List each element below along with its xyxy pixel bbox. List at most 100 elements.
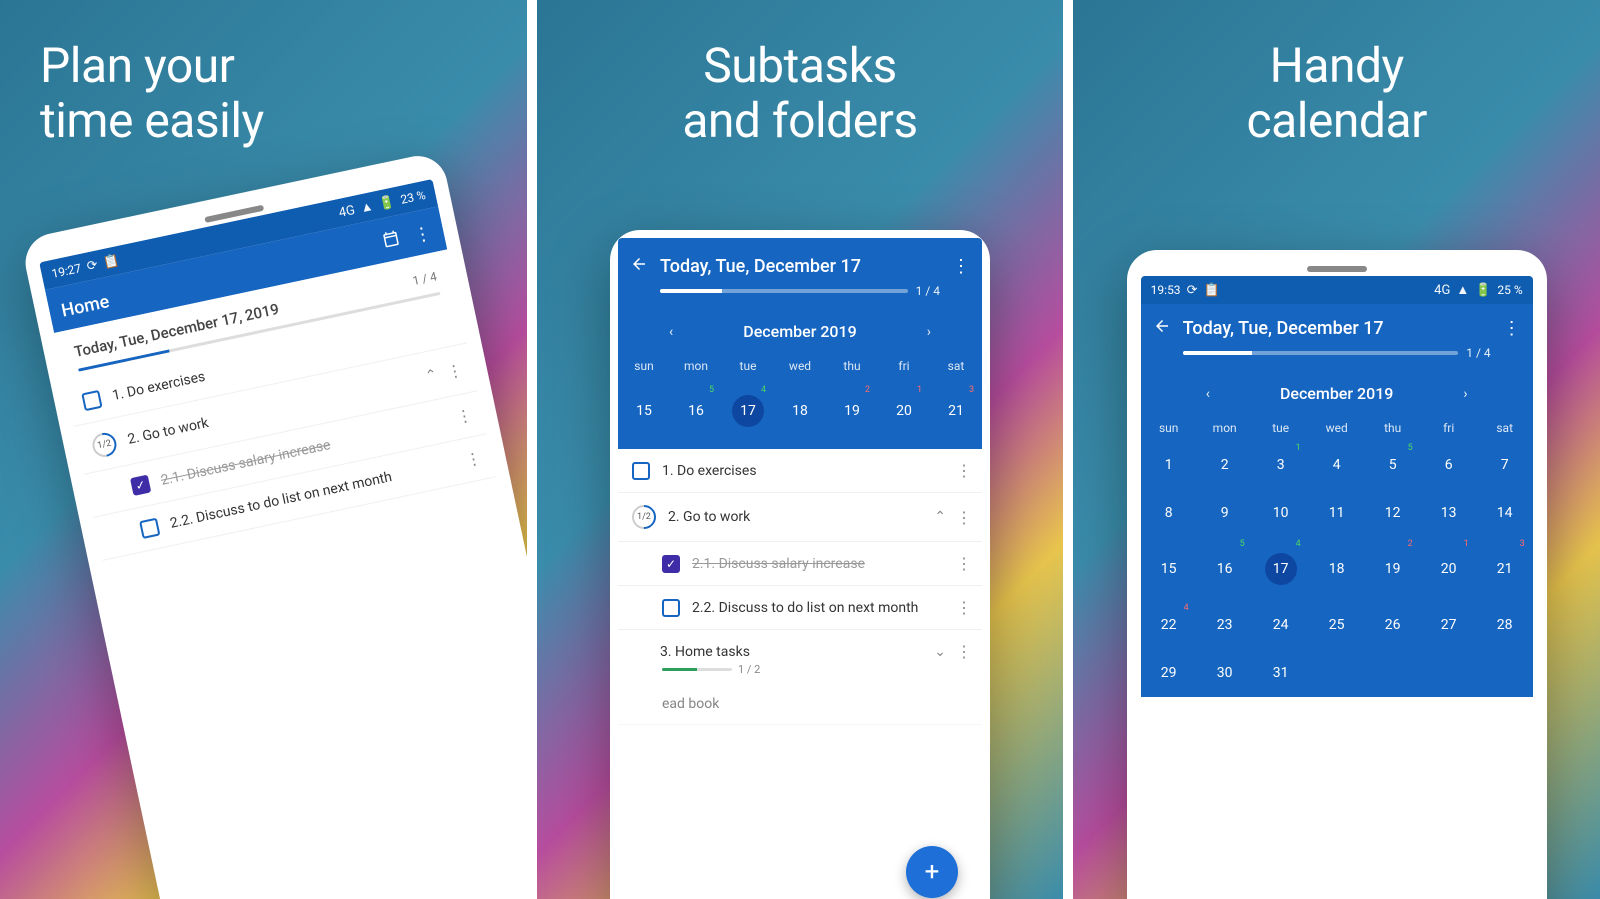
calendar-day <box>1309 649 1365 697</box>
progress-counter: 1 / 4 <box>411 269 438 288</box>
weekday-label: wed <box>774 353 826 379</box>
calendar-day[interactable]: 7 <box>1477 441 1533 489</box>
calendar-grid: 1231455678910111213141516517418192201213… <box>1141 441 1533 697</box>
checkbox-icon[interactable] <box>139 517 160 538</box>
status-bar: 19:53 ⟳ 📋 4G ▲ 🔋 25 % <box>1141 276 1533 304</box>
calendar-day[interactable]: 213 <box>930 383 982 439</box>
subtask-row[interactable]: 2.2. Discuss to do list on next month ⋮ <box>618 586 982 630</box>
calendar-day[interactable]: 174 <box>1253 537 1309 601</box>
more-icon[interactable]: ⋮ <box>956 508 972 527</box>
sync-icon: ⟳ <box>1187 283 1198 298</box>
calendar-day[interactable]: 10 <box>1253 489 1309 537</box>
day-badge: 1 <box>1464 539 1469 549</box>
chevron-up-icon[interactable]: ⌃ <box>934 509 946 525</box>
more-icon[interactable]: ⋮ <box>1503 318 1521 339</box>
calendar-day[interactable]: 15 <box>618 383 670 439</box>
calendar-day[interactable]: 213 <box>1477 537 1533 601</box>
weekday-label: sun <box>1141 415 1197 441</box>
calendar-day[interactable]: 8 <box>1141 489 1197 537</box>
subtask-row[interactable]: ead book <box>618 684 982 725</box>
calendar-day[interactable]: 174 <box>722 383 774 439</box>
chevron-left-icon[interactable]: ‹ <box>669 324 673 340</box>
more-icon[interactable]: ⋮ <box>445 360 465 382</box>
weekday-label: thu <box>1365 415 1421 441</box>
weekday-label: tue <box>1253 415 1309 441</box>
more-icon[interactable]: ⋮ <box>956 554 972 573</box>
checkbox-icon[interactable] <box>662 599 680 617</box>
progress-counter: 1 / 2 <box>738 663 760 676</box>
checkbox-checked-icon[interactable]: ✓ <box>662 555 680 573</box>
calendar-day[interactable]: 165 <box>670 383 722 439</box>
calendar-day[interactable]: 28 <box>1477 601 1533 649</box>
calendar-day[interactable]: 9 <box>1197 489 1253 537</box>
page-title: Today, Tue, December 17 <box>660 256 861 277</box>
task-row[interactable]: 1. Do exercises ⋮ <box>618 449 982 493</box>
calendar-day[interactable]: 26 <box>1365 601 1421 649</box>
calendar-day[interactable]: 165 <box>1197 537 1253 601</box>
calendar-day[interactable]: 192 <box>826 383 878 439</box>
calendar-day[interactable]: 11 <box>1309 489 1365 537</box>
calendar-day[interactable]: 18 <box>1309 537 1365 601</box>
calendar-day[interactable]: 31 <box>1253 441 1309 489</box>
calendar-day[interactable]: 27 <box>1421 601 1477 649</box>
chevron-left-icon[interactable]: ‹ <box>1206 386 1210 402</box>
signal-icon: ▲ <box>1456 282 1469 298</box>
calendar-icon[interactable] <box>380 228 402 254</box>
more-icon[interactable]: ⋮ <box>956 598 972 617</box>
more-icon[interactable]: ⋮ <box>956 461 972 480</box>
calendar-day[interactable]: 23 <box>1197 601 1253 649</box>
calendar-day[interactable]: 1 <box>1141 441 1197 489</box>
battery-icon: 🔋 <box>377 194 396 212</box>
more-icon[interactable]: ⋮ <box>464 448 484 470</box>
calendar-day[interactable]: 30 <box>1197 649 1253 697</box>
calendar-day[interactable]: 55 <box>1365 441 1421 489</box>
chevron-right-icon[interactable]: › <box>927 324 931 340</box>
calendar-day[interactable]: 201 <box>1421 537 1477 601</box>
weekday-label: sat <box>1477 415 1533 441</box>
calendar-day[interactable]: 4 <box>1309 441 1365 489</box>
checkbox-icon[interactable] <box>632 462 650 480</box>
back-arrow-icon[interactable] <box>1153 317 1171 339</box>
calendar-day[interactable]: 6 <box>1421 441 1477 489</box>
subtask-row[interactable]: ✓ 2.1. Discuss salary increase ⋮ <box>618 542 982 586</box>
phone-notch <box>1307 266 1367 272</box>
more-icon[interactable]: ⋮ <box>454 405 474 427</box>
more-icon[interactable]: ⋮ <box>412 222 434 246</box>
battery-icon: 🔋 <box>1475 283 1491 298</box>
chevron-right-icon[interactable]: › <box>1463 386 1467 402</box>
month-label: December 2019 <box>743 322 856 341</box>
weekday-label: tue <box>722 353 774 379</box>
chevron-down-icon[interactable]: ⌄ <box>934 644 946 660</box>
promo-panel-1: Plan your time easily 19:27 ⟳ 📋 4G ▲ 🔋 2… <box>0 0 527 899</box>
checkbox-icon[interactable] <box>81 390 102 411</box>
calendar-day[interactable]: 25 <box>1309 601 1365 649</box>
more-icon[interactable]: ⋮ <box>956 642 972 661</box>
calendar-day[interactable]: 24 <box>1253 601 1309 649</box>
task-row[interactable]: 1/2 2. Go to work ⌃⋮ <box>618 493 982 542</box>
statusbar-time: 19:53 <box>1151 283 1181 297</box>
calendar-day[interactable]: 18 <box>774 383 826 439</box>
calendar-day[interactable]: 224 <box>1141 601 1197 649</box>
calendar-day[interactable]: 201 <box>878 383 930 439</box>
checkbox-checked-icon[interactable]: ✓ <box>130 474 151 495</box>
weekday-label: wed <box>1309 415 1365 441</box>
calendar-day[interactable]: 29 <box>1141 649 1197 697</box>
more-icon[interactable]: ⋮ <box>952 256 970 277</box>
battery-label: 23 % <box>399 188 427 207</box>
calendar-day[interactable]: 14 <box>1477 489 1533 537</box>
calendar-day[interactable]: 12 <box>1365 489 1421 537</box>
calendar-day[interactable]: 15 <box>1141 537 1197 601</box>
calendar-day[interactable]: 13 <box>1421 489 1477 537</box>
statusbar-time: 19:27 <box>50 261 82 281</box>
calendar-day[interactable]: 192 <box>1365 537 1421 601</box>
add-button[interactable]: + <box>906 846 958 898</box>
subtask-title: 2.1. Discuss salary increase <box>692 556 944 572</box>
headline-2: Subtasks and folders <box>537 38 1064 148</box>
app-bar: Today, Tue, December 17 ⋮ 1 / 4 <box>1141 304 1533 372</box>
task-row[interactable]: 3. Home tasks ⌄⋮ <box>618 630 982 663</box>
chevron-up-icon[interactable]: ⌃ <box>424 366 439 384</box>
calendar-day[interactable]: 31 <box>1253 649 1309 697</box>
day-badge: 3 <box>969 385 974 395</box>
back-arrow-icon[interactable] <box>630 255 648 277</box>
calendar-day[interactable]: 2 <box>1197 441 1253 489</box>
